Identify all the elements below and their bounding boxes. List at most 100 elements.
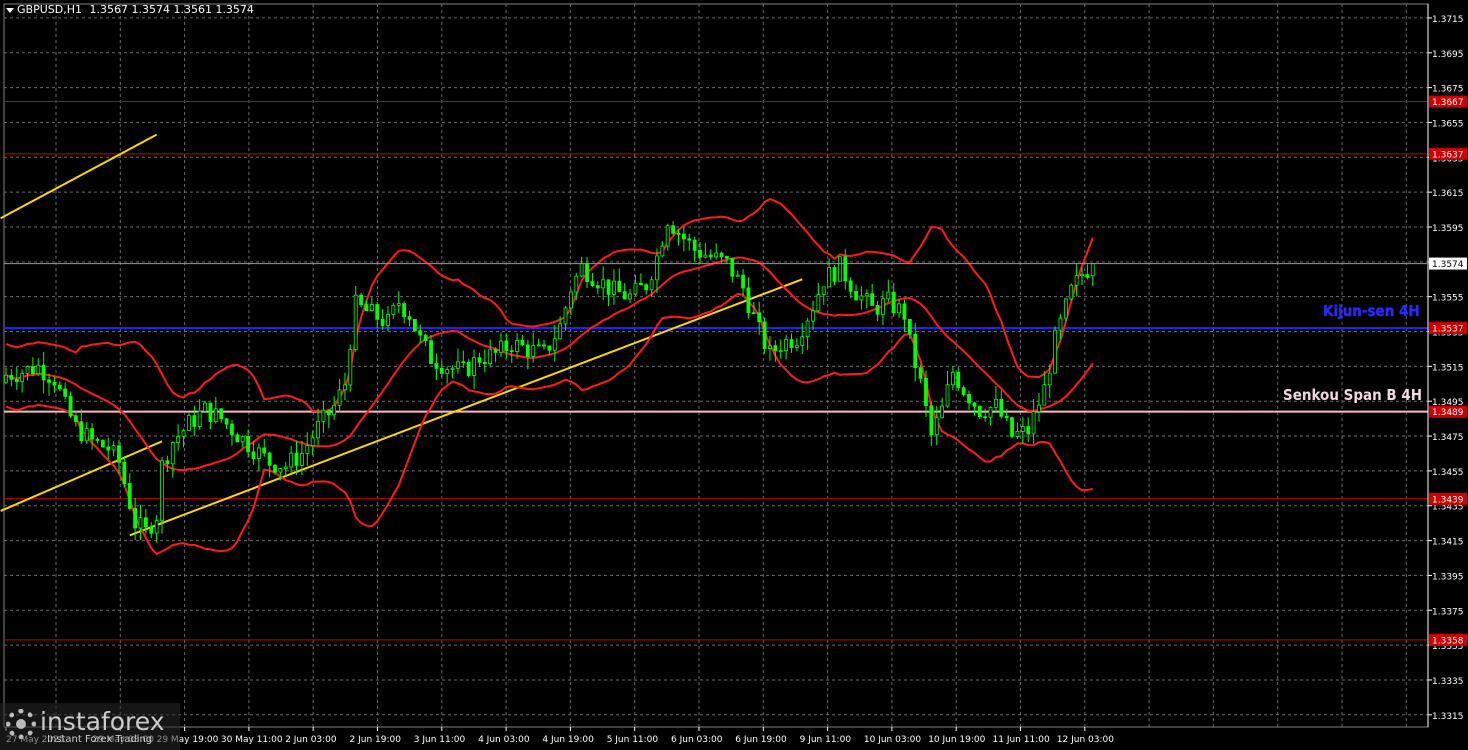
horizontal-levels bbox=[4, 101, 1428, 641]
logo-brand: instaforex bbox=[40, 707, 165, 736]
candle-body bbox=[778, 350, 783, 353]
price-axis: 1.33151.33351.33551.33751.33951.34151.34… bbox=[4, 4, 1467, 727]
level-price-label: 1.3489 bbox=[1432, 408, 1464, 418]
time-tick-label: 10 Jun 19:00 bbox=[928, 735, 985, 745]
candle-body bbox=[343, 384, 347, 391]
candle-body bbox=[472, 357, 476, 377]
candle-body bbox=[482, 361, 487, 365]
trendline bbox=[0, 133, 158, 220]
candle-body bbox=[859, 295, 864, 301]
candle-body bbox=[918, 367, 923, 379]
candle-body bbox=[1074, 275, 1079, 286]
candle-body bbox=[907, 318, 912, 335]
candle-body bbox=[870, 293, 875, 306]
candle-body bbox=[316, 420, 320, 439]
candle-body bbox=[563, 307, 568, 325]
candle-body bbox=[52, 382, 57, 386]
candle-body bbox=[450, 367, 455, 371]
candle-body bbox=[1031, 411, 1036, 435]
candle-body bbox=[848, 280, 853, 292]
candle-body bbox=[569, 291, 573, 309]
candle-body bbox=[520, 339, 525, 346]
candle-body bbox=[940, 405, 945, 419]
candle-body bbox=[1026, 426, 1031, 435]
candle-body bbox=[762, 321, 767, 349]
dropdown-triangle-icon[interactable] bbox=[6, 7, 14, 13]
candle-body bbox=[133, 507, 138, 529]
candle-body bbox=[106, 446, 111, 451]
price-tick-label: 1.3595 bbox=[1432, 224, 1464, 234]
candle-body bbox=[730, 257, 735, 277]
candle-body bbox=[63, 388, 68, 397]
candle-body bbox=[170, 442, 175, 465]
candle-body bbox=[138, 517, 143, 529]
time-tick-label: 3 Jun 11:00 bbox=[414, 735, 466, 745]
candle-body bbox=[633, 282, 638, 295]
candle-body bbox=[687, 238, 692, 241]
chart-window[interactable]: 1.3315 1.3335 1.3355 1.3375 1.3395 1.3415 1.34… bbox=[0, 0, 1468, 750]
candle-body bbox=[418, 330, 423, 336]
candle-body bbox=[692, 239, 697, 251]
candle-body bbox=[74, 415, 78, 423]
price-tick-label: 1.3655 bbox=[1432, 119, 1464, 129]
candle-body bbox=[515, 339, 519, 352]
candle-body bbox=[251, 451, 256, 459]
price-tick-label: 1.3615 bbox=[1432, 189, 1464, 199]
candle-body bbox=[434, 363, 439, 369]
candle-body bbox=[558, 323, 563, 340]
candle-body bbox=[192, 415, 197, 427]
price-chart[interactable]: 1.33151.33351.33551.33751.33951.34151.34… bbox=[0, 0, 1468, 750]
candle-body bbox=[956, 371, 961, 389]
candle-body bbox=[230, 423, 234, 436]
candle-body bbox=[235, 434, 240, 443]
candle-body bbox=[579, 263, 584, 277]
candle-body bbox=[407, 316, 412, 320]
candle-body bbox=[800, 336, 805, 346]
candle-body bbox=[176, 435, 181, 443]
candle-body bbox=[638, 282, 643, 286]
candle-body bbox=[746, 287, 751, 313]
candle-body bbox=[676, 232, 681, 235]
candle-body bbox=[423, 334, 428, 341]
candle-body bbox=[321, 409, 326, 422]
candle-body bbox=[402, 303, 407, 318]
candle-body bbox=[725, 256, 729, 259]
candle-body bbox=[811, 310, 815, 322]
candle-body bbox=[698, 249, 702, 258]
price-tick-label: 1.3455 bbox=[1432, 468, 1464, 478]
symbol-label: GBPUSD,H1 bbox=[17, 3, 82, 16]
candle-body bbox=[681, 233, 686, 240]
candle-body bbox=[14, 378, 19, 382]
candle-body bbox=[1015, 431, 1020, 437]
candle-body bbox=[219, 408, 224, 420]
candle-body bbox=[999, 398, 1004, 417]
candle-body bbox=[655, 255, 659, 281]
chart-header: GBPUSD,H1 1.3567 1.3574 1.3561 1.3574 bbox=[6, 3, 254, 16]
candle-body bbox=[536, 344, 541, 347]
candle-body bbox=[364, 304, 369, 312]
candle-body bbox=[719, 252, 724, 257]
price-tick-label: 1.3475 bbox=[1432, 433, 1464, 443]
candle-body bbox=[994, 398, 998, 408]
candle-body bbox=[84, 428, 89, 442]
candle-body bbox=[95, 438, 100, 441]
candle-body bbox=[751, 312, 756, 314]
candle-body bbox=[983, 416, 988, 419]
candle-body bbox=[665, 225, 670, 247]
candle-body bbox=[671, 225, 676, 234]
candle-body bbox=[213, 408, 218, 422]
gear-icon bbox=[6, 709, 36, 739]
candle-body bbox=[143, 517, 148, 528]
candle-body bbox=[708, 254, 713, 258]
candle-body bbox=[41, 364, 46, 381]
candle-body bbox=[332, 404, 337, 416]
candle-body bbox=[391, 305, 396, 315]
candle-body bbox=[456, 361, 460, 369]
candle-body bbox=[794, 344, 799, 349]
kijun-label: Kijun-sen 4H bbox=[1323, 302, 1420, 320]
candle-body bbox=[768, 345, 772, 349]
time-tick-label: 6 Jun 03:00 bbox=[671, 735, 723, 745]
price-tick-label: 1.3415 bbox=[1432, 538, 1464, 548]
candlesticks bbox=[4, 221, 1095, 543]
candle-body bbox=[197, 410, 202, 427]
